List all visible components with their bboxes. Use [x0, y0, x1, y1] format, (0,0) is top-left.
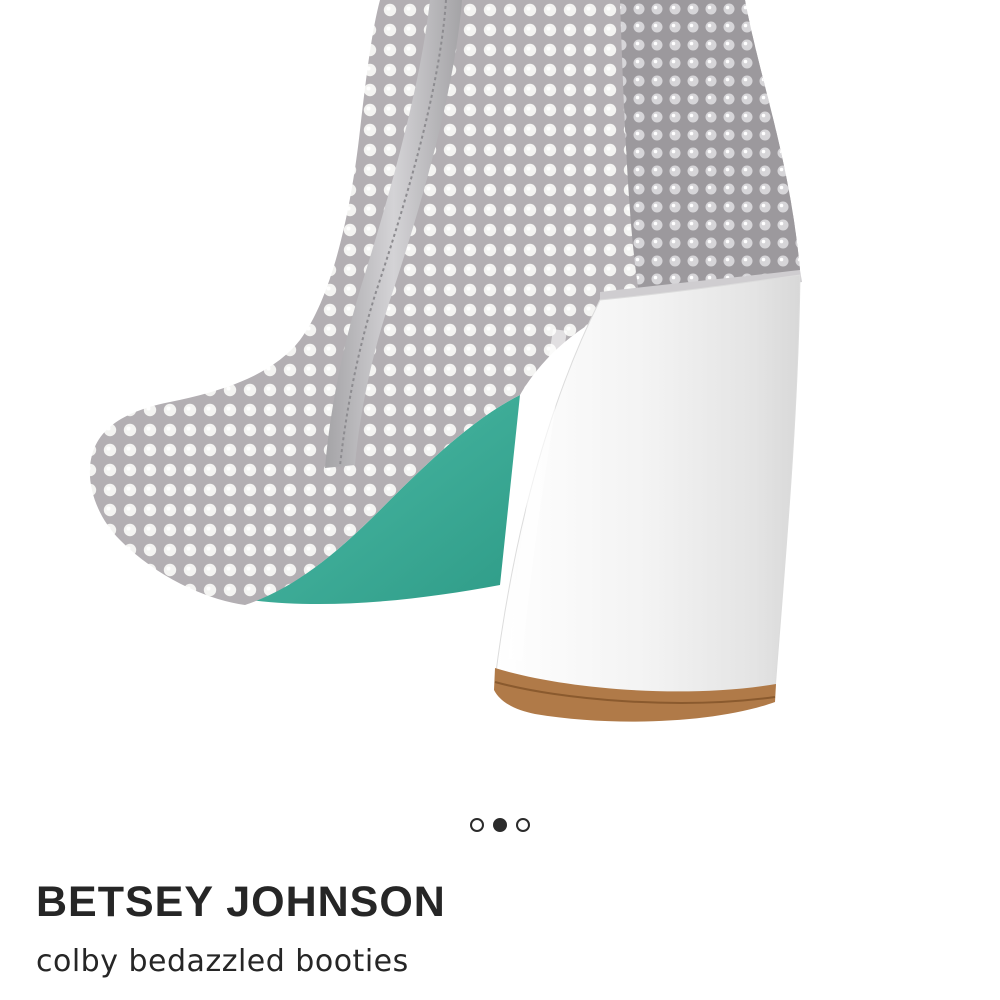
brand-name[interactable]: BETSEY JOHNSON	[36, 878, 446, 927]
product-title: colby bedazzled booties	[36, 944, 409, 979]
carousel-pagination	[0, 815, 1000, 835]
product-image[interactable]	[0, 0, 1000, 790]
product-detail-screen: BETSEY JOHNSON colby bedazzled booties	[0, 0, 1000, 1000]
carousel-dot-2-active[interactable]	[493, 818, 507, 832]
carousel-dot-1[interactable]	[470, 818, 484, 832]
product-image-carousel[interactable]	[0, 0, 1000, 790]
carousel-dot-3[interactable]	[516, 818, 530, 832]
